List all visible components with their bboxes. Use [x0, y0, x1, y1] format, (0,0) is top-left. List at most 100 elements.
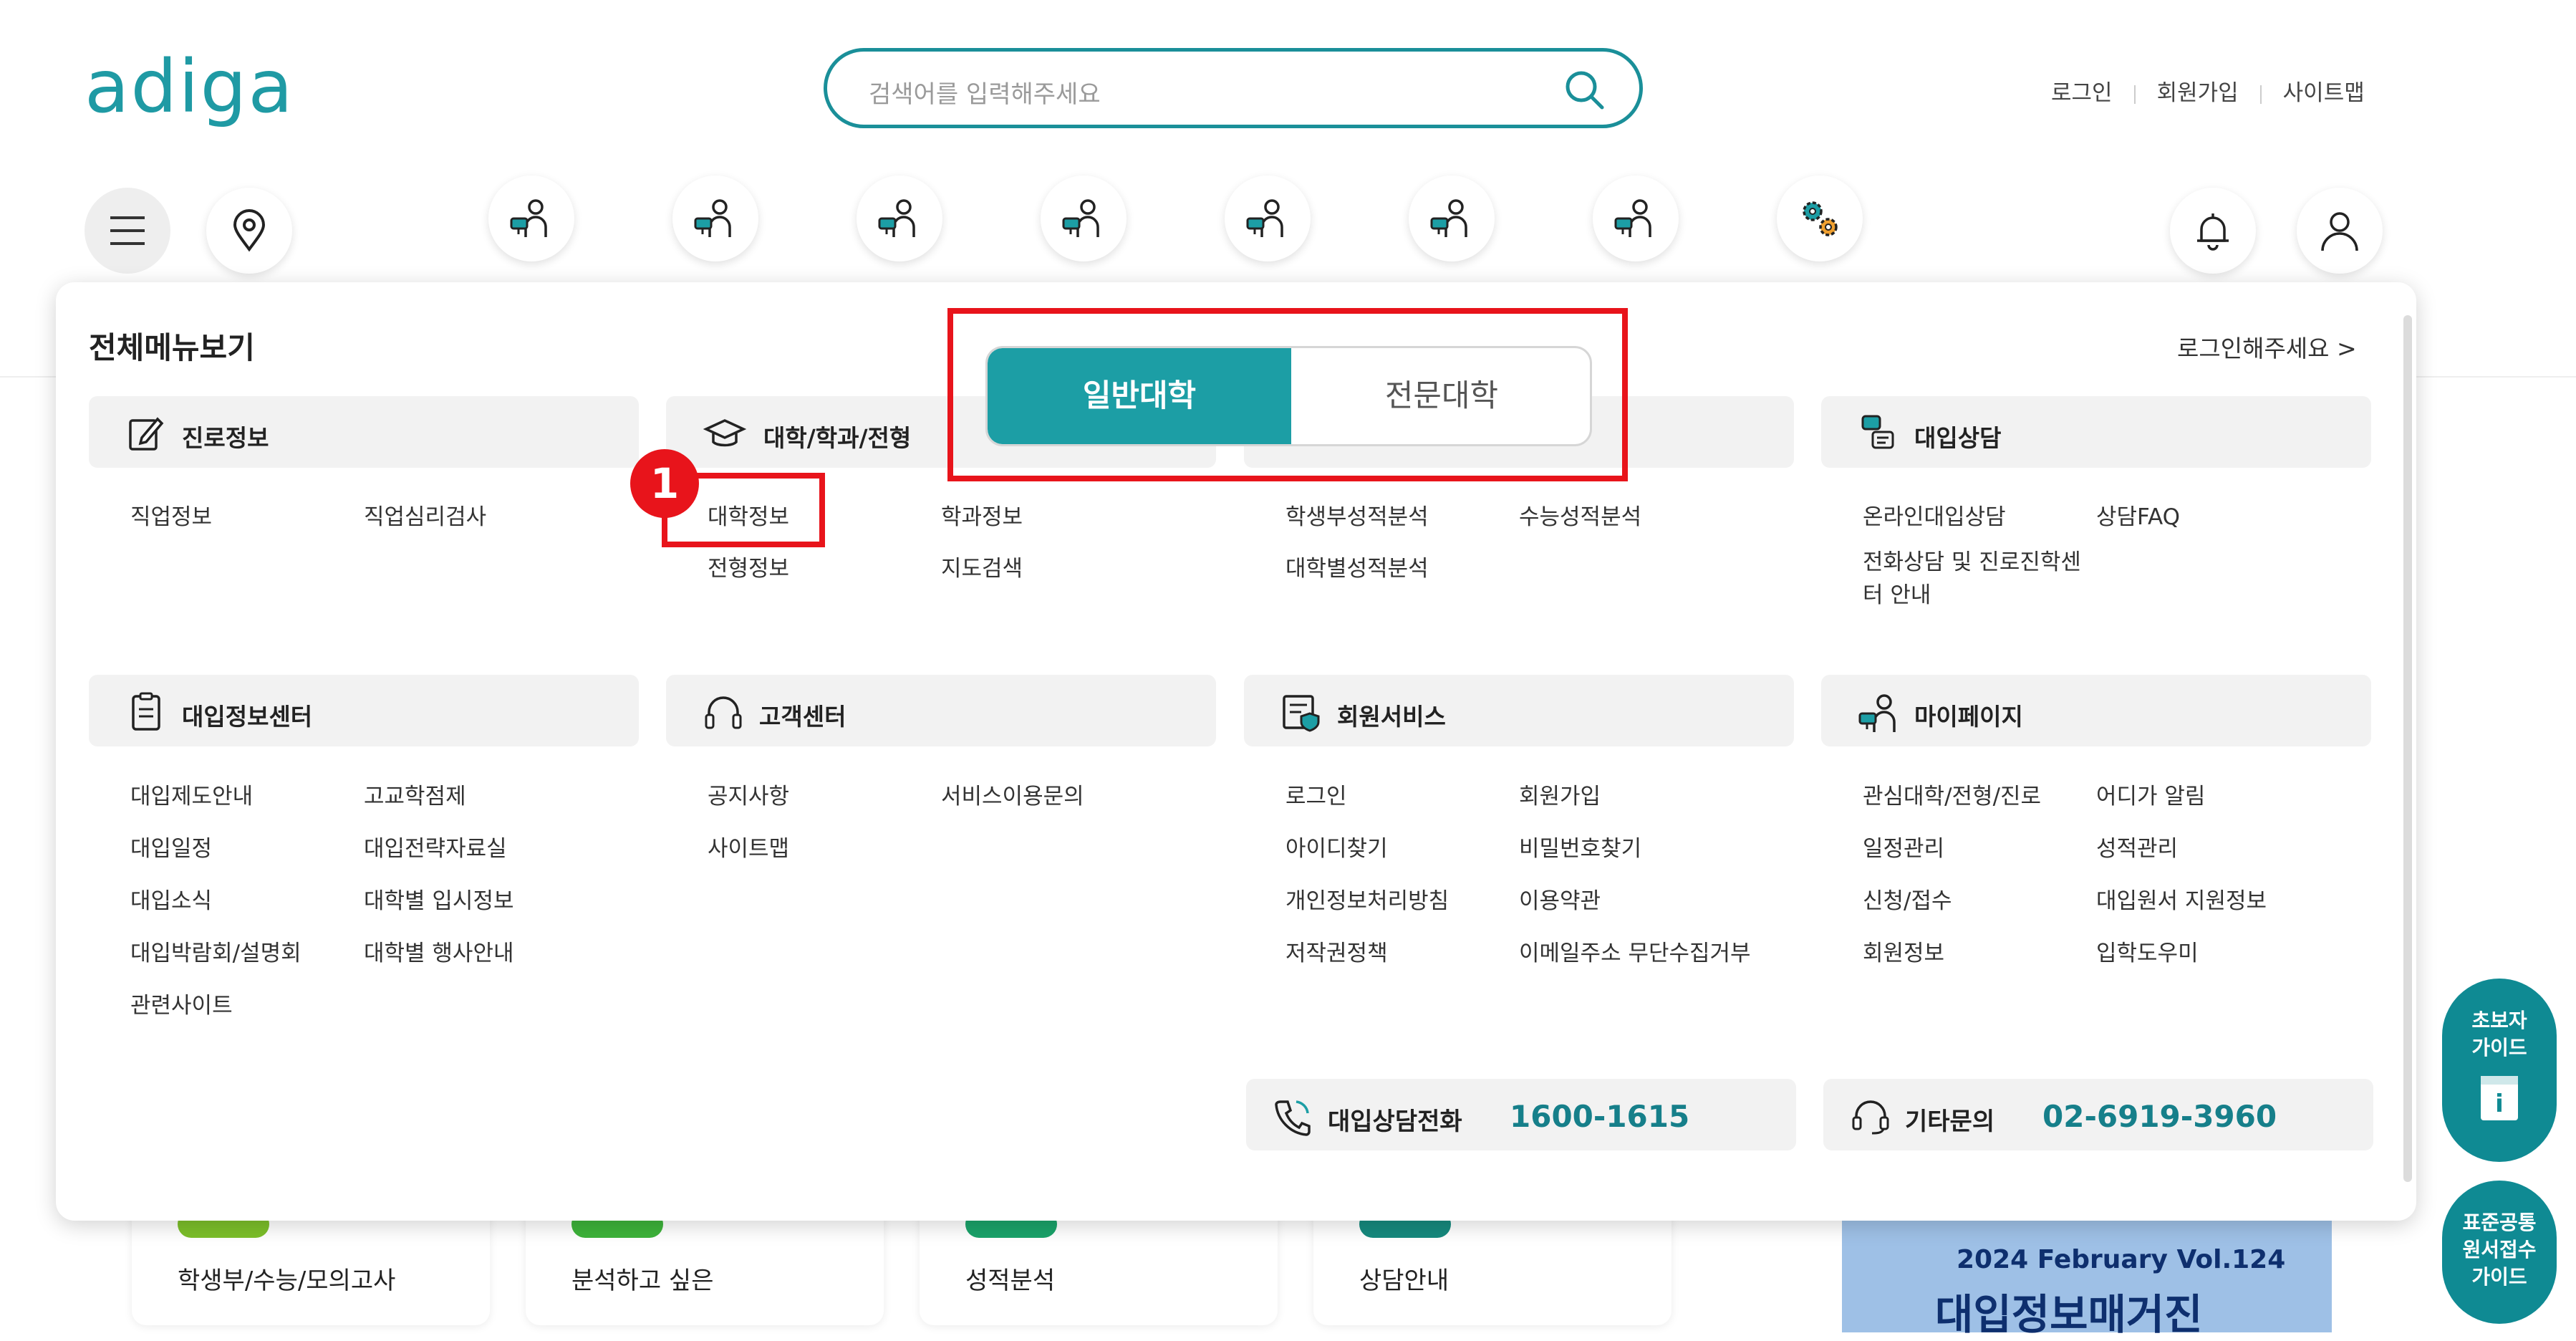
login-link[interactable]: 로그인 — [2051, 80, 2113, 106]
person-chat-icon — [1246, 199, 1283, 237]
menu-item[interactable]: 개인정보처리방침 — [1285, 883, 1449, 915]
menu-item[interactable]: 성적관리 — [2096, 830, 2178, 862]
menu-item[interactable]: 비밀번호찾기 — [1519, 830, 1641, 862]
quick-menu-3[interactable] — [857, 176, 942, 261]
logo[interactable]: adiga — [85, 44, 294, 130]
menu-item-map-search[interactable]: 지도검색 — [941, 550, 1023, 582]
quick-menu-4[interactable] — [1041, 176, 1127, 261]
menu-item-phone-counsel[interactable]: 전화상담 및 진로진학센터 안내 — [1863, 546, 2099, 612]
section-career-info[interactable]: 진로정보 — [89, 396, 639, 468]
search-input[interactable]: 검색어를 입력해주세요 — [869, 74, 1101, 110]
section-customer-center[interactable]: 고객센터 — [666, 675, 1216, 746]
magazine-issue: 2024 February Vol.124 — [1957, 1245, 2286, 1274]
menu-item[interactable]: 어디가 알림 — [2096, 778, 2205, 810]
signup-link[interactable]: 회원가입 — [2157, 80, 2239, 106]
menu-item[interactable]: 회원가입 — [1519, 778, 1601, 810]
person-chat-icon — [1430, 199, 1467, 237]
menu-item[interactable]: 대입박람회/설명회 — [130, 935, 302, 967]
toggle-junior-college[interactable]: 전문대학 — [1291, 348, 1590, 444]
menu-item[interactable]: 대입전략자료실 — [364, 830, 507, 862]
menu-item-dept-info[interactable]: 학과정보 — [941, 499, 1023, 531]
common-application-guide-button[interactable]: 표준공통 원서접수 가이드 — [2442, 1181, 2557, 1324]
notification-button[interactable] — [2170, 188, 2256, 274]
settings-button[interactable] — [1777, 176, 1863, 261]
menu-item[interactable]: 로그인 — [1285, 778, 1347, 810]
search-icon[interactable] — [1562, 67, 1608, 113]
quick-menu-7[interactable] — [1593, 176, 1679, 261]
section-admission-center[interactable]: 대입정보센터 — [89, 675, 639, 746]
section-label: 대입정보센터 — [182, 703, 313, 731]
menu-item[interactable]: 대학별 입시정보 — [364, 883, 514, 915]
quick-menu-6[interactable] — [1409, 176, 1495, 261]
clipboard-icon — [132, 692, 160, 731]
scrollbar[interactable] — [2403, 315, 2412, 1182]
menu-item[interactable]: 대입일정 — [130, 830, 212, 862]
menu-item-univ-grade-analysis[interactable]: 대학별성적분석 — [1285, 550, 1429, 582]
menu-item[interactable]: 이메일주소 무단수집거부 — [1519, 935, 1751, 967]
menu-item[interactable]: 공지사항 — [708, 778, 789, 810]
person-chat-icon — [1614, 199, 1651, 237]
quick-menu-2[interactable] — [672, 176, 758, 261]
step-badge: 1 — [630, 449, 699, 518]
card-title: 학생부/수능/모의고사 — [178, 1266, 396, 1295]
menu-item[interactable]: 신청/접수 — [1863, 883, 1952, 915]
menu-item-record-analysis[interactable]: 학생부성적분석 — [1285, 499, 1429, 531]
menu-item[interactable]: 아이디찾기 — [1285, 830, 1388, 862]
menu-item[interactable]: 이용약관 — [1519, 883, 1601, 915]
counsel-icon — [1861, 415, 1894, 449]
menu-item-online-counsel[interactable]: 온라인대입상담 — [1863, 499, 2006, 531]
other-inquiry-box: 기타문의 02-6919-3960 — [1823, 1079, 2373, 1150]
menu-item[interactable]: 입학도우미 — [2096, 935, 2199, 967]
top-links: 로그인 회원가입 사이트맵 — [2051, 74, 2365, 107]
contact-number[interactable]: 02-6919-3960 — [2042, 1099, 2277, 1134]
menu-item[interactable]: 사이트맵 — [708, 830, 789, 862]
location-button[interactable] — [206, 188, 292, 274]
menu-item[interactable]: 회원정보 — [1863, 935, 1944, 967]
menu-item-job-info[interactable]: 직업정보 — [130, 499, 212, 531]
menu-item[interactable]: 고교학점제 — [364, 778, 466, 810]
contact-label: 대입상담전화 — [1328, 1107, 1462, 1136]
guide-label: 원서접수 — [2462, 1238, 2537, 1261]
member-card-icon — [1283, 695, 1320, 732]
search-bar[interactable]: 검색어를 입력해주세요 — [824, 48, 1643, 128]
menu-item[interactable]: 관심대학/전형/진로 — [1863, 778, 2041, 810]
divider — [2259, 85, 2262, 104]
menu-item[interactable]: 서비스이용문의 — [941, 778, 1084, 810]
menu-item-admission-info[interactable]: 전형정보 — [708, 550, 789, 582]
guide-label: 표준공통 — [2462, 1211, 2537, 1234]
menu-item-job-test[interactable]: 직업심리검사 — [364, 499, 486, 531]
toggle-general-university[interactable]: 일반대학 — [988, 348, 1291, 444]
person-chat-icon — [510, 199, 547, 237]
location-icon — [233, 209, 266, 252]
section-admission-counsel[interactable]: 대입상담 — [1821, 396, 2371, 468]
menu-item[interactable]: 대입소식 — [130, 883, 212, 915]
user-button[interactable] — [2297, 188, 2383, 274]
contact-number[interactable]: 1600-1615 — [1510, 1099, 1689, 1134]
menu-item[interactable]: 저작권정책 — [1285, 935, 1388, 967]
menu-item-counsel-faq[interactable]: 상담FAQ — [2096, 499, 2180, 531]
section-label: 대입상담 — [1914, 424, 2002, 452]
section-label: 대학/학과/전형 — [763, 424, 912, 452]
edit-note-icon — [129, 417, 164, 451]
magazine-banner[interactable]: 2024 February Vol.124 대입정보매거진 — [1842, 1218, 2332, 1339]
person-chat-icon — [878, 199, 915, 237]
menu-item-csat-analysis[interactable]: 수능성적분석 — [1519, 499, 1641, 531]
menu-button[interactable] — [85, 188, 170, 274]
sitemap-link[interactable]: 사이트맵 — [2283, 80, 2365, 106]
menu-item[interactable]: 일정관리 — [1863, 830, 1944, 862]
headset-icon — [705, 696, 742, 729]
beginner-guide-button[interactable]: 초보자 가이드 i — [2442, 979, 2557, 1162]
menu-icon — [110, 216, 145, 245]
person-chat-icon — [1062, 199, 1099, 237]
guide-label: 초보자 — [2471, 1009, 2527, 1032]
section-my-page[interactable]: 마이페이지 — [1821, 675, 2371, 746]
login-prompt-link[interactable]: 로그인해주세요 > — [2177, 330, 2357, 364]
menu-item[interactable]: 대입원서 지원정보 — [2096, 883, 2267, 915]
section-member-service[interactable]: 회원서비스 — [1244, 675, 1794, 746]
quick-menu-1[interactable] — [488, 176, 574, 261]
university-type-toggle[interactable]: 일반대학 전문대학 — [985, 346, 1592, 446]
menu-item[interactable]: 대학별 행사안내 — [364, 935, 514, 967]
quick-menu-5[interactable] — [1225, 176, 1311, 261]
menu-item[interactable]: 관련사이트 — [130, 987, 233, 1019]
menu-item[interactable]: 대입제도안내 — [130, 778, 253, 810]
